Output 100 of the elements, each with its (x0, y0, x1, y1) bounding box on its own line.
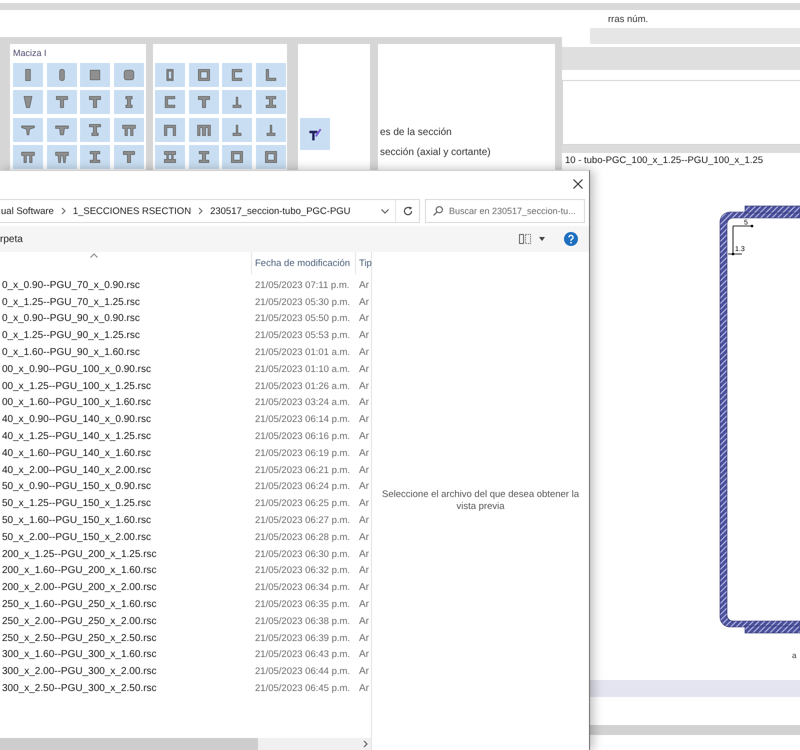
shape-tile-button[interactable] (13, 62, 43, 86)
shape-tile-button[interactable] (80, 90, 110, 114)
help-button[interactable] (563, 229, 579, 249)
shape-tile-button[interactable] (80, 145, 110, 169)
file-name[interactable]: 0_x_1.25--PGU_70_x_1.25.rsc (2, 296, 140, 308)
modified-date: 21/05/2023 06:27 p.m. (255, 515, 350, 526)
column-header[interactable]: Tip (356, 258, 372, 268)
shape-tile-button[interactable] (155, 90, 185, 114)
file-name[interactable]: 00_x_0.90--PGU_100_x_0.90.rsc (2, 364, 151, 375)
shape-tile-button[interactable] (46, 62, 76, 86)
t-shape-icon (196, 94, 212, 110)
shape-tile-button[interactable] (114, 145, 144, 169)
search-field[interactable]: Buscar en 230517_seccion-tu... (425, 199, 585, 223)
file-name[interactable]: 50_x_1.25--PGU_150_x_1.25.rsc (2, 498, 151, 510)
file-name[interactable]: 40_x_0.90--PGU_140_x_0.90.rsc (2, 414, 151, 426)
file-name[interactable]: 50_x_2.00--PGU_150_x_2.00.rsc (2, 532, 151, 543)
shape-tile-button[interactable] (256, 118, 286, 142)
file-name[interactable]: 00_x_1.25--PGU_100_x_1.25.rsc (2, 380, 151, 392)
shape-tile-button[interactable] (13, 145, 43, 169)
shape-tile-button[interactable] (188, 145, 218, 169)
shape-tile-button[interactable] (13, 90, 43, 114)
shape-tile-button[interactable] (300, 118, 330, 150)
chevron-right-icon (60, 207, 66, 215)
scrollbar-thumb[interactable] (0, 738, 258, 750)
modified-date: 21/05/2023 06:24 p.m. (255, 481, 350, 492)
column-header[interactable]: Fecha de modificación (252, 258, 350, 268)
shape-tile-button[interactable] (80, 62, 110, 86)
file-type: Ar (359, 481, 369, 492)
modified-date: 21/05/2023 06:25 p.m. (255, 498, 350, 510)
modified-date: 21/05/2023 06:32 p.m. (255, 565, 350, 576)
shape-tile-button[interactable] (188, 90, 218, 114)
breadcrumb-item[interactable]: 230517_seccion-tubo_PGC-PGU (209, 206, 352, 216)
scroll-right-icon[interactable] (363, 740, 368, 748)
file-name[interactable]: 200_x_1.25--PGU_200_x_1.25.rsc (2, 548, 157, 560)
file-name[interactable]: 250_x_1.60--PGU_250_x_1.60.rsc (2, 599, 157, 610)
shape-tile-button[interactable] (188, 118, 218, 142)
help-icon (564, 232, 578, 246)
modified-date: 21/05/2023 05:53 p.m. (255, 330, 350, 342)
file-name[interactable]: 40_x_1.25--PGU_140_x_1.25.rsc (2, 431, 151, 442)
breadcrumb-item[interactable]: ual Software (0, 206, 55, 216)
file-name[interactable]: 200_x_2.00--PGU_200_x_2.00.rsc (2, 582, 157, 594)
shape-tile-button[interactable] (46, 118, 76, 142)
shape-tile-button[interactable] (256, 90, 286, 114)
shape-tile-button[interactable] (46, 90, 76, 114)
shape-tile-button[interactable] (13, 118, 43, 142)
file-name[interactable]: 300_x_2.00--PGU_300_x_2.00.rsc (2, 666, 157, 678)
file-name[interactable]: 0_x_1.25--PGU_90_x_1.25.rsc (2, 330, 140, 342)
tapered-pi-icon (54, 149, 70, 165)
c-shape-icon (162, 94, 178, 110)
modified-date: 21/05/2023 06:30 p.m. (255, 548, 350, 560)
file-name[interactable]: 200_x_1.60--PGU_200_x_1.60.rsc (2, 565, 157, 576)
file-type: Ar (359, 632, 369, 644)
file-name[interactable]: 40_x_2.00--PGU_140_x_2.00.rsc (2, 464, 151, 476)
close-button[interactable] (567, 171, 589, 196)
shape-tile-button[interactable] (222, 118, 252, 142)
cut-off-label: a (792, 651, 796, 660)
shape-tile-button[interactable] (256, 145, 286, 169)
shape-tile-button[interactable] (114, 62, 144, 86)
shape-tile-button[interactable] (222, 145, 252, 169)
bulb-t-icon (87, 122, 103, 138)
t-shape-icon (120, 149, 136, 165)
modified-date: 21/05/2023 05:50 p.m. (255, 313, 350, 324)
file-type: Ar (359, 599, 369, 610)
status-text: rras núm. (608, 14, 648, 24)
address-bar[interactable]: ual Software 1_SECCIONES RSECTION 230517_seccion-tubo_PGC-PGU (0, 199, 420, 223)
shape-tile-button[interactable] (80, 118, 110, 142)
file-name[interactable]: 40_x_1.60--PGU_140_x_1.60.rsc (2, 448, 151, 459)
property-label: es de la sección (380, 126, 452, 140)
modified-date: 21/05/2023 07:11 p.m. (255, 280, 350, 291)
shape-tile-button[interactable] (114, 90, 144, 114)
file-type: Ar (359, 280, 369, 291)
shape-tile-button[interactable] (222, 62, 252, 86)
shape-tile-button[interactable] (256, 62, 286, 86)
file-name[interactable]: 50_x_0.90--PGU_150_x_0.90.rsc (2, 481, 151, 492)
modified-date: 21/05/2023 01:26 a.m. (255, 380, 350, 392)
shape-tile-button[interactable] (46, 145, 76, 169)
file-name[interactable]: 0_x_0.90--PGU_90_x_0.90.rsc (2, 313, 140, 324)
file-name[interactable]: 50_x_1.60--PGU_150_x_1.60.rsc (2, 515, 151, 526)
shape-tile-button[interactable] (222, 90, 252, 114)
modified-date: 21/05/2023 06:39 p.m. (255, 632, 350, 644)
shape-tile-button[interactable] (155, 118, 185, 142)
file-name[interactable]: 0_x_0.90--PGU_70_x_0.90.rsc (2, 280, 140, 291)
modified-date: 21/05/2023 06:43 p.m. (255, 649, 350, 660)
shape-tile-button[interactable] (188, 62, 218, 86)
file-type: Ar (359, 330, 369, 342)
file-name[interactable]: 00_x_1.60--PGU_100_x_1.60.rsc (2, 397, 151, 408)
file-name[interactable]: 250_x_2.50--PGU_250_x_2.50.rsc (2, 632, 157, 644)
shape-tile-button[interactable] (155, 62, 185, 86)
modified-date: 21/05/2023 06:14 p.m. (255, 414, 350, 426)
shape-tile-button[interactable] (114, 118, 144, 142)
file-name[interactable]: 300_x_2.50--PGU_300_x_2.50.rsc (2, 683, 157, 694)
modified-date: 21/05/2023 05:30 p.m. (255, 296, 350, 308)
t-shape-icon (87, 94, 103, 110)
file-name[interactable]: 300_x_1.60--PGU_300_x_1.60.rsc (2, 649, 157, 660)
shape-tile-button[interactable] (155, 145, 185, 169)
modified-date: 21/05/2023 06:28 p.m. (255, 532, 350, 543)
breadcrumb-item[interactable]: 1_SECCIONES RSECTION (72, 206, 192, 216)
horizontal-scrollbar[interactable] (0, 738, 371, 750)
file-name[interactable]: 250_x_2.00--PGU_250_x_2.00.rsc (2, 616, 157, 627)
file-name[interactable]: 0_x_1.60--PGU_90_x_1.60.rsc (2, 347, 140, 358)
